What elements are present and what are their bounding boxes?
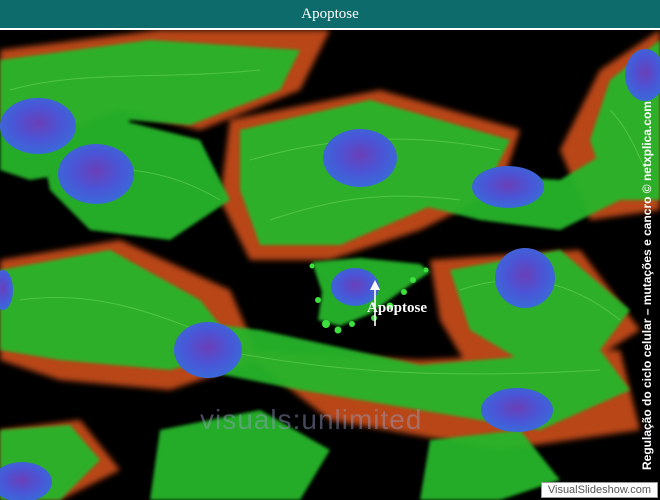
- side-credit-text: Regulação do ciclo celular – mutações e …: [640, 101, 654, 470]
- source-badge-link[interactable]: VisualSlideshow.com: [540, 482, 658, 498]
- slide-title: Apoptose: [301, 5, 359, 22]
- image-watermark: visuals:unlimited: [200, 404, 423, 435]
- slide-title-bar: Apoptose: [0, 0, 660, 28]
- apoptose-annotation-label: Apoptose: [367, 300, 428, 316]
